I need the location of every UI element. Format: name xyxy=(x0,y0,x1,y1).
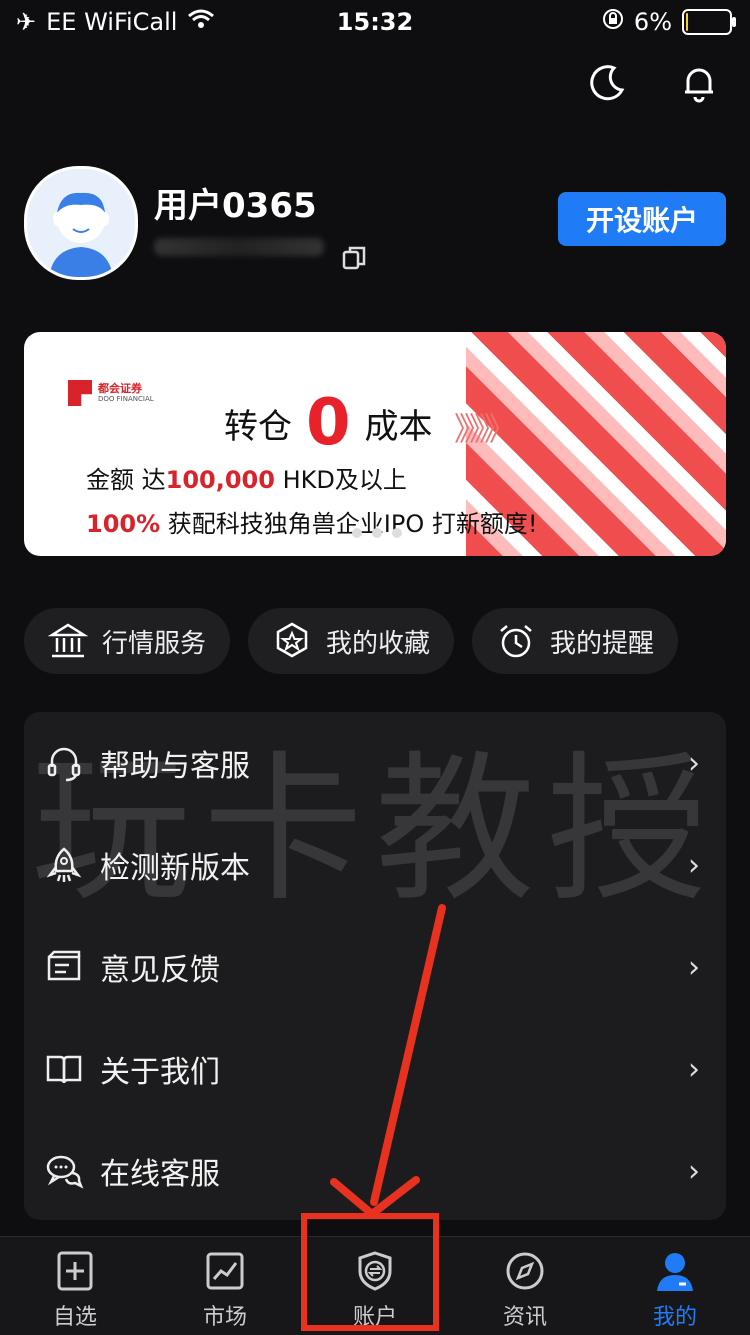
tab-label: 自选 xyxy=(52,1305,97,1330)
copy-icon[interactable] xyxy=(340,244,368,276)
tab-label: 市场 xyxy=(202,1305,247,1330)
compass-icon xyxy=(506,1252,544,1290)
add-square-icon xyxy=(57,1251,93,1291)
pagination-dot xyxy=(352,528,362,538)
user-icon xyxy=(657,1253,693,1291)
brand-sub: DOO FINANCIAL xyxy=(98,395,154,403)
feedback-icon xyxy=(47,950,81,981)
banner-chevrons: 》》》》 xyxy=(454,410,516,448)
banner-line-1: 金额 达100,000 HKD及以上 xyxy=(86,460,407,495)
banner-title-zero: 0 xyxy=(306,386,351,460)
chart-line-icon xyxy=(206,1252,244,1290)
status-right: 6% xyxy=(602,8,736,36)
chip-label: 行情服务 xyxy=(102,628,207,659)
chevron-right-icon: › xyxy=(688,1051,700,1087)
avatar[interactable] xyxy=(24,166,138,280)
promo-banner[interactable]: 都会证券 DOO FINANCIAL 转仓 0 成本 》》》》 金额 达100,… xyxy=(24,332,726,556)
banner-title-prefix: 转仓 xyxy=(224,406,292,447)
banner-line1-c: HKD及以上 xyxy=(274,466,407,494)
moon-icon[interactable] xyxy=(586,62,628,108)
bell-icon[interactable] xyxy=(678,62,720,108)
chip-reminders[interactable]: 我的提醒 xyxy=(472,608,679,674)
orientation-lock-icon xyxy=(602,8,624,36)
chevron-right-icon: › xyxy=(688,949,700,985)
banner-line1-a: 金额 达 xyxy=(86,466,166,494)
pagination-dot xyxy=(372,528,382,538)
battery-icon xyxy=(682,9,736,35)
alarm-clock-icon xyxy=(500,625,532,658)
tab-watchlist[interactable]: 自选 xyxy=(0,1237,150,1335)
account-id-blurred xyxy=(154,238,324,256)
top-actions xyxy=(586,62,720,108)
banner-title-suffix: 成本 xyxy=(364,406,433,447)
chat-bubbles-icon xyxy=(46,1155,84,1189)
chip-market-service[interactable]: 行情服务 xyxy=(24,608,231,674)
profile-header: 用户0365 开设账户 xyxy=(24,166,726,280)
username: 用户0365 xyxy=(154,186,317,226)
annotation-arrow xyxy=(330,904,446,1218)
brand-name: 都会证券 xyxy=(98,382,142,395)
banner-title: 转仓 0 成本 xyxy=(224,386,433,460)
tab-label: 资讯 xyxy=(502,1305,547,1330)
annotation-highlight-box xyxy=(301,1213,439,1331)
open-account-button[interactable]: 开设账户 xyxy=(558,192,726,246)
banner-line2-percent: 100% xyxy=(86,510,161,538)
award-icon xyxy=(276,622,308,658)
quick-actions: 行情服务 我的收藏 我的提醒 xyxy=(24,608,679,674)
watermark-text: 玩卡教授 xyxy=(30,736,719,923)
chip-label: 我的收藏 xyxy=(326,628,431,659)
banner-line-2: 100% 获配科技独角兽企业IPO 打新额度! xyxy=(86,504,537,539)
menu-item-label: 意见反馈 xyxy=(100,953,220,988)
tab-market[interactable]: 市场 xyxy=(150,1237,300,1335)
bank-icon xyxy=(48,623,88,658)
banner-line2-b: 获配科技独角兽企业IPO 打新额度! xyxy=(160,510,538,538)
book-icon xyxy=(46,1055,82,1084)
battery-percent: 6% xyxy=(633,8,672,36)
status-bar: ✈ EE WiFiCall 15:32 6% xyxy=(0,0,750,44)
menu-item-label: 在线客服 xyxy=(100,1157,220,1192)
brand-logo: 都会证券 DOO FINANCIAL xyxy=(68,380,154,406)
menu-item-label: 关于我们 xyxy=(100,1055,220,1090)
brand-logo-icon xyxy=(68,380,92,406)
banner-pagination xyxy=(352,528,402,538)
chip-label: 我的提醒 xyxy=(550,628,655,659)
tab-label: 我的 xyxy=(652,1305,697,1330)
tab-news[interactable]: 资讯 xyxy=(450,1237,600,1335)
pagination-dot xyxy=(392,528,402,538)
chip-favorites[interactable]: 我的收藏 xyxy=(248,608,455,674)
chevron-right-icon: › xyxy=(688,1153,700,1189)
tab-me[interactable]: 我的 xyxy=(600,1237,750,1335)
banner-line1-amount: 100,000 xyxy=(165,466,275,494)
